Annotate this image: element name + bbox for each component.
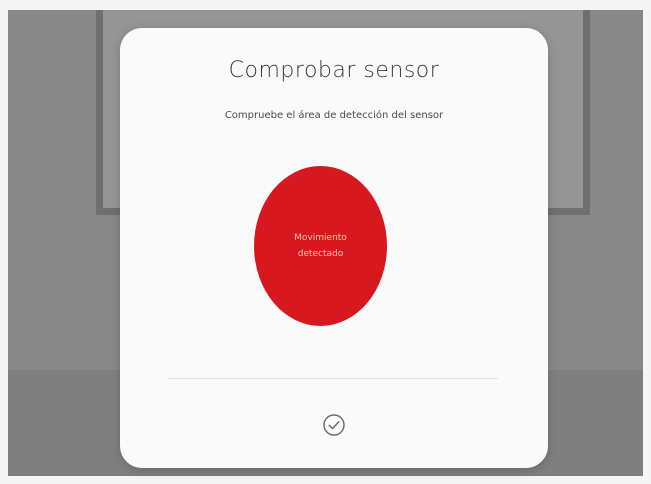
confirm-button[interactable] xyxy=(320,411,348,439)
dialog-title: Comprobar sensor xyxy=(228,58,440,83)
divider xyxy=(168,378,498,379)
check-sensor-dialog: Comprobar sensor Compruebe el área de de… xyxy=(120,28,548,468)
screen: Comprobar sensor Compruebe el área de de… xyxy=(0,0,651,484)
dialog-subtitle: Compruebe el área de detección del senso… xyxy=(224,110,444,121)
check-circle-icon xyxy=(323,414,345,436)
motion-status-indicator: Movimiento detectado xyxy=(254,166,387,326)
motion-status-label: Movimiento detectado xyxy=(294,233,347,259)
